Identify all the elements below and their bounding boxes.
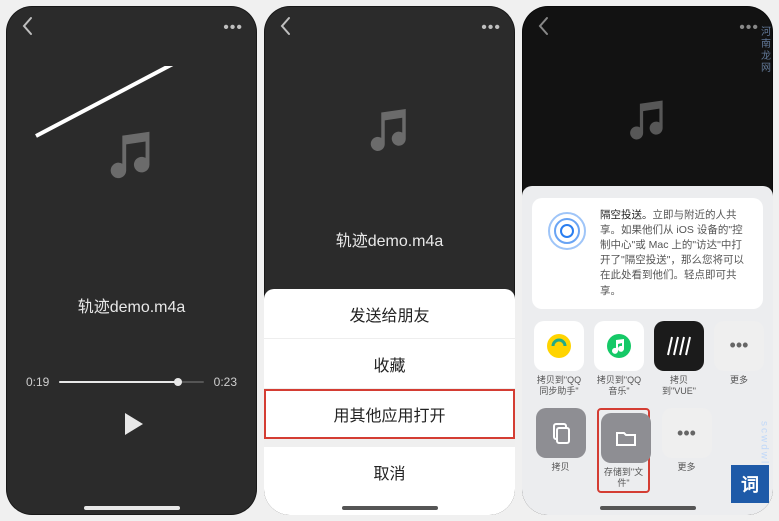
share-sheet: 隔空投送。立即与附近的人共享。如果他们从 iOS 设备的"控制中心"或 Mac …: [522, 186, 773, 516]
player-controls: 0:19 0:23: [6, 375, 257, 444]
music-placeholder: [522, 50, 773, 195]
sheet-cancel[interactable]: 取消: [264, 447, 515, 497]
more-icon[interactable]: •••: [223, 19, 243, 37]
airdrop-row[interactable]: 隔空投送。立即与附近的人共享。如果他们从 iOS 设备的"控制中心"或 Mac …: [532, 198, 763, 309]
action-sheet: 发送给朋友 收藏 用其他应用打开 取消: [264, 289, 515, 515]
home-indicator: [600, 506, 696, 510]
airdrop-title: 隔空投送。: [600, 209, 653, 221]
progress-track[interactable]: [59, 381, 203, 383]
filename-label: 轨迹demo.m4a: [6, 293, 257, 317]
nav-bar: •••: [264, 6, 515, 50]
airdrop-body: 立即与附近的人共享。如果他们从 iOS 设备的"控制中心"或 Mac 上的"访达…: [600, 209, 744, 297]
back-icon[interactable]: [20, 16, 34, 41]
music-placeholder: [264, 50, 515, 215]
app-qqmusic[interactable]: 拷贝到"QQ音乐": [594, 321, 644, 397]
app-more[interactable]: ••• 更多: [714, 321, 764, 397]
time-current: 0:19: [26, 375, 49, 389]
action-copy[interactable]: 拷贝: [534, 408, 587, 493]
back-icon[interactable]: [536, 16, 550, 41]
music-note-icon: [101, 124, 163, 191]
sheet-favorite[interactable]: 收藏: [264, 339, 515, 389]
home-indicator: [84, 506, 180, 510]
app-vue[interactable]: 拷贝到"VUE": [654, 321, 704, 397]
phone-screen-2: ••• 轨迹demo.m4a 发送给朋友 收藏 用其他应用打开 取消: [264, 6, 515, 515]
music-note-icon: [622, 94, 674, 151]
back-icon[interactable]: [278, 16, 292, 41]
music-note-icon: [362, 102, 418, 163]
more-icon[interactable]: •••: [481, 19, 501, 37]
action-save-files[interactable]: 存储到"文件": [597, 408, 650, 493]
airdrop-icon: [544, 208, 590, 254]
action-more[interactable]: ••• 更多: [660, 408, 713, 493]
progress-row: 0:19 0:23: [26, 375, 237, 389]
phone-screen-3: ••• 隔空投送。立即与附近的人共享。如果他们从 iOS 设备的"控制中心"或 …: [522, 6, 773, 515]
nav-bar: •••: [522, 6, 773, 50]
sheet-separator: [264, 439, 515, 447]
airdrop-text: 隔空投送。立即与附近的人共享。如果他们从 iOS 设备的"控制中心"或 Mac …: [600, 208, 751, 299]
progress-thumb[interactable]: [174, 378, 182, 386]
nav-bar: •••: [6, 6, 257, 50]
action-row: 拷贝 存储到"文件" ••• 更多: [532, 408, 763, 493]
more-icon[interactable]: •••: [739, 19, 759, 37]
phone-screen-1: ••• 轨迹demo.m4a 0:19 0:23: [6, 6, 257, 515]
sheet-open-other[interactable]: 用其他应用打开: [264, 389, 515, 439]
app-row: 拷贝到"QQ同步助手" 拷贝到"QQ音乐" 拷贝到"VUE" ••• 更多: [532, 321, 763, 397]
play-button[interactable]: [26, 409, 237, 444]
filename-label: 轨迹demo.m4a: [264, 227, 515, 251]
music-placeholder: [6, 50, 257, 265]
sheet-send-friend[interactable]: 发送给朋友: [264, 289, 515, 339]
app-qqsync[interactable]: 拷贝到"QQ同步助手": [534, 321, 584, 397]
home-indicator: [342, 506, 438, 510]
time-total: 0:23: [214, 375, 237, 389]
